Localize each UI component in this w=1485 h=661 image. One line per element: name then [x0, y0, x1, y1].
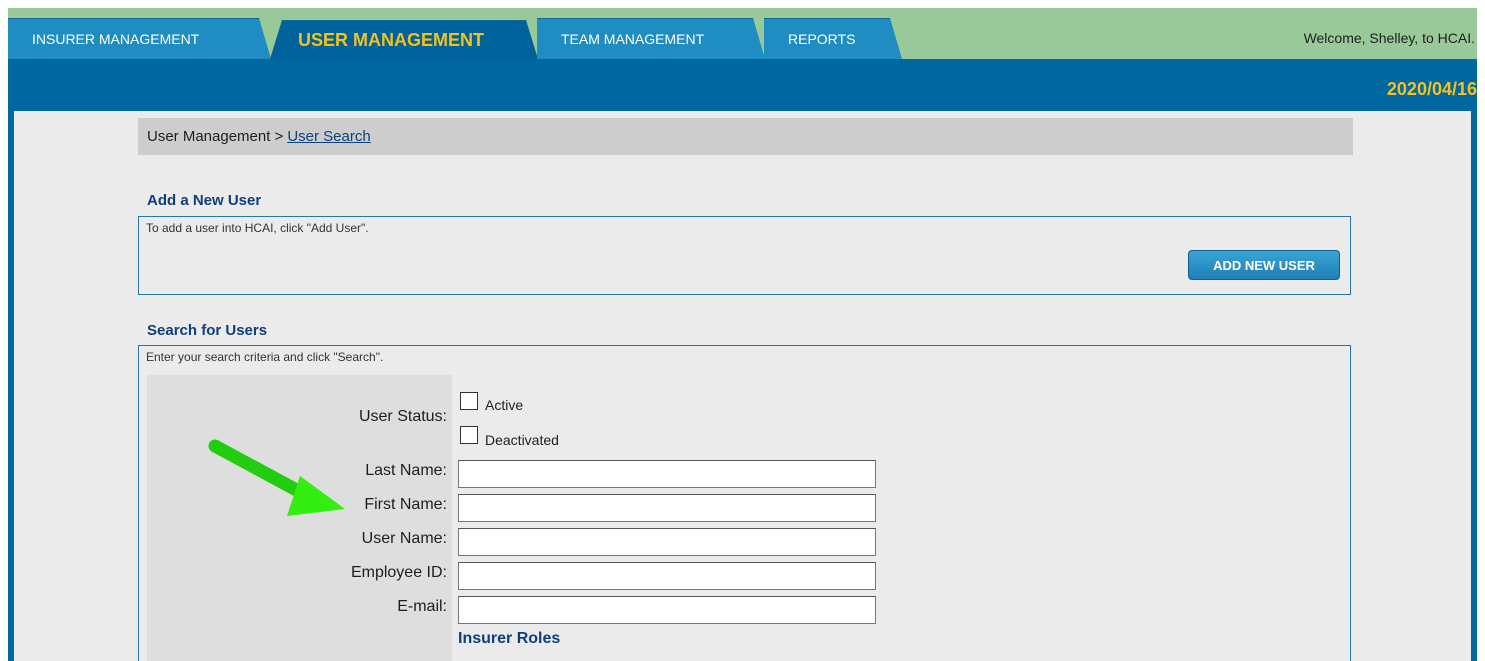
- welcome-message: Welcome, Shelley, to HCAI.: [1303, 30, 1475, 46]
- tab-insurer-management[interactable]: INSURER MANAGEMENT: [8, 18, 271, 59]
- header-bar: [8, 59, 1477, 111]
- search-users-title: Search for Users: [147, 322, 268, 339]
- user-status-label: User Status:: [358, 408, 447, 425]
- tab-user-management[interactable]: USER MANAGEMENT: [270, 20, 538, 59]
- breadcrumb-root: User Management >: [147, 128, 284, 145]
- arrow-head: [287, 476, 345, 516]
- add-new-user-button[interactable]: ADD NEW USER: [1188, 250, 1340, 280]
- search-description: Enter your search criteria and click "Se…: [146, 350, 384, 364]
- add-user-panel: To add a user into HCAI, click "Add User…: [138, 216, 1351, 295]
- insurer-roles-heading: Insurer Roles: [458, 630, 561, 647]
- tab-team-management[interactable]: TEAM MANAGEMENT: [537, 18, 765, 59]
- deactivated-checkbox[interactable]: [460, 426, 478, 444]
- active-option-label: Active: [485, 397, 524, 413]
- current-date: 2020/04/16: [1386, 79, 1477, 99]
- email-label: E-mail:: [397, 598, 447, 615]
- add-user-description: To add a user into HCAI, click "Add User…: [146, 221, 369, 235]
- last-name-input[interactable]: [458, 460, 876, 488]
- tab-label: TEAM MANAGEMENT: [561, 31, 705, 47]
- tab-label: USER MANAGEMENT: [298, 29, 485, 50]
- user-name-input[interactable]: [458, 528, 876, 556]
- tab-reports[interactable]: REPORTS: [764, 18, 902, 59]
- left-border: [8, 111, 14, 661]
- app-window: INSURER MANAGEMENT USER MANAGEMENT TEAM …: [8, 8, 1477, 661]
- tab-label: REPORTS: [788, 31, 856, 47]
- deactivated-option-label: Deactivated: [485, 432, 559, 448]
- email-input[interactable]: [458, 596, 876, 624]
- active-checkbox[interactable]: [460, 392, 478, 410]
- employee-id-label: Employee ID:: [350, 564, 447, 581]
- breadcrumb: User Management > User Search: [138, 118, 1353, 155]
- green-arrow-icon: [208, 439, 345, 516]
- tab-label: INSURER MANAGEMENT: [32, 31, 200, 47]
- breadcrumb-user-search-link[interactable]: User Search: [287, 128, 370, 145]
- employee-id-input[interactable]: [458, 562, 876, 590]
- user-name-label: User Name:: [361, 530, 447, 547]
- add-user-title: Add a New User: [147, 192, 262, 209]
- first-name-input[interactable]: [458, 494, 876, 522]
- right-border: [1471, 111, 1477, 661]
- top-nav-bar: INSURER MANAGEMENT USER MANAGEMENT TEAM …: [8, 8, 1477, 59]
